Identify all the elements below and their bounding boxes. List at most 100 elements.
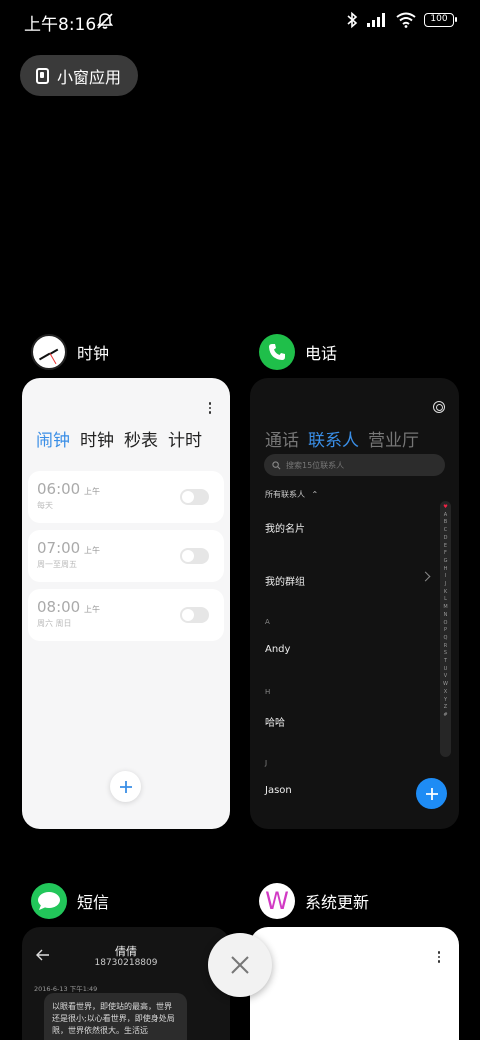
clock-app-header[interactable]: 时钟	[31, 334, 109, 370]
tab-contacts[interactable]: 联系人	[308, 426, 359, 451]
alarm-toggle[interactable]	[180, 489, 209, 505]
tab-timer[interactable]: 计时	[168, 426, 202, 451]
tab-clock[interactable]: 时钟	[80, 426, 114, 451]
add-alarm-button[interactable]	[110, 771, 141, 802]
alphabet-index-letter[interactable]: K	[444, 589, 447, 597]
sms-app-card[interactable]: 倩倩 18730218809 2016-6-13 下午1:49 以眼看世界，即使…	[22, 927, 230, 1040]
update-app-title: 系统更新	[305, 893, 370, 912]
sms-contact-name: 倩倩	[115, 945, 137, 958]
phone-app-header[interactable]: 电话	[259, 334, 337, 370]
alphabet-index-letter[interactable]: P	[444, 627, 447, 635]
sms-app-title: 短信	[77, 893, 110, 912]
phone-app-card[interactable]: 通话 联系人 营业厅 搜索15位联系人 所有联系人 ⌃ 我的名片 我的群组 A …	[250, 378, 459, 829]
alarm-time: 08:00	[37, 598, 81, 616]
status-bar: 上午8:16 100	[0, 0, 480, 40]
chevron-updown-icon: ⌃	[311, 490, 319, 499]
mute-icon	[96, 13, 114, 29]
my-groups-item[interactable]: 我的群组	[265, 573, 305, 588]
alphabet-index-letter[interactable]: G	[444, 558, 448, 566]
alphabet-index-letter[interactable]: Y	[444, 697, 447, 705]
alarm-row[interactable]: 07:00 上午 周一至周五	[28, 530, 224, 582]
sms-contact-number: 18730218809	[94, 958, 158, 968]
bluetooth-icon	[347, 11, 358, 29]
tab-stopwatch[interactable]: 秒表	[124, 426, 158, 451]
settings-icon[interactable]	[433, 401, 445, 413]
small-window-label: 小窗应用	[57, 67, 122, 87]
clock-more-icon[interactable]	[208, 402, 212, 416]
clock-app-card[interactable]: 闹钟 时钟 秒表 计时 06:00 上午 每天 07:00 上午 周一至周五 0…	[22, 378, 230, 829]
group-filter-label: 所有联系人	[265, 490, 305, 499]
my-card-item[interactable]: 我的名片	[265, 520, 305, 535]
contact-item[interactable]: 哈哈	[265, 714, 285, 729]
alarm-row[interactable]: 06:00 上午 每天	[28, 471, 224, 523]
alarm-row[interactable]: 08:00 上午 周六 周日	[28, 589, 224, 641]
search-placeholder: 搜索15位联系人	[286, 460, 345, 470]
contact-search-input[interactable]: 搜索15位联系人	[264, 454, 445, 476]
update-app-card[interactable]	[250, 927, 459, 1040]
section-letter: H	[265, 688, 271, 696]
plus-icon	[425, 787, 438, 800]
alarm-toggle[interactable]	[180, 607, 209, 623]
signal-icon	[367, 13, 385, 27]
alphabet-index-letter[interactable]: O	[444, 620, 448, 628]
alphabet-index-letter[interactable]: V	[444, 673, 447, 681]
status-time: 上午8:16	[24, 15, 97, 35]
alphabet-index-letter[interactable]: R	[444, 643, 447, 651]
alphabet-index-letter[interactable]: W	[443, 681, 448, 689]
alphabet-index-letter[interactable]: A	[444, 512, 447, 520]
alphabet-index-letter[interactable]: X	[444, 689, 447, 697]
clock-tabs: 闹钟 时钟 秒表 计时	[36, 426, 202, 451]
alarm-toggle[interactable]	[180, 548, 209, 564]
small-window-apps-button[interactable]: 小窗应用	[20, 55, 138, 96]
alphabet-index-letter[interactable]: U	[444, 666, 448, 674]
tab-service-hall[interactable]: 营业厅	[368, 426, 419, 451]
contact-item[interactable]: Jason	[265, 785, 292, 796]
alphabet-index-letter[interactable]: Q	[444, 635, 448, 643]
alphabet-index-letter[interactable]: M	[443, 604, 447, 612]
contact-group-filter[interactable]: 所有联系人 ⌃	[265, 489, 318, 500]
sms-app-header[interactable]: 短信	[31, 883, 109, 919]
alarm-time: 06:00	[37, 480, 81, 498]
status-icons: 100	[346, 11, 457, 29]
alphabet-index-letter[interactable]: N	[444, 612, 448, 620]
alphabet-index-scrollbar[interactable]: ♥ A B C D E F G H I J K L M N O P Q R S T U V W X Y Z #	[440, 501, 451, 757]
contact-item[interactable]: Andy	[265, 644, 290, 655]
alphabet-index-letter[interactable]: Z	[444, 704, 447, 712]
sms-message-bubble: 以眼看世界，即使站的最高，世界还是很小;以心看世界，即使身处局限，世界依然很大。…	[44, 993, 187, 1040]
clock-app-icon	[31, 334, 67, 370]
update-app-header[interactable]: W 系统更新	[259, 883, 369, 919]
phone-app-icon	[259, 334, 295, 370]
add-contact-button[interactable]	[416, 778, 447, 809]
alphabet-index-letter[interactable]: C	[444, 527, 448, 535]
chevron-right-icon	[420, 571, 431, 582]
sms-app-icon	[31, 883, 67, 919]
alphabet-index-letter[interactable]: D	[444, 535, 448, 543]
alphabet-index-letter[interactable]: #	[443, 712, 447, 720]
section-letter: A	[265, 618, 270, 626]
phone-tabs: 通话 联系人 营业厅	[265, 426, 419, 451]
alphabet-index-letter[interactable]: E	[444, 543, 447, 551]
alphabet-index-letter[interactable]: J	[445, 581, 446, 589]
alphabet-index-letter[interactable]: ♥	[443, 504, 447, 512]
alphabet-index-letter[interactable]: F	[444, 550, 447, 558]
chat-bubble-icon	[38, 892, 60, 910]
battery-icon: 100	[424, 13, 457, 27]
alphabet-index-letter[interactable]: H	[444, 566, 448, 574]
sms-date: 2016-6-13 下午1:49	[34, 985, 98, 993]
plus-icon	[119, 780, 132, 793]
system-update-app-icon: W	[259, 883, 295, 919]
alphabet-index-letter[interactable]: I	[445, 573, 446, 581]
tab-calls[interactable]: 通话	[265, 426, 299, 451]
alphabet-index-letter[interactable]: B	[444, 519, 447, 527]
alarm-time: 07:00	[37, 539, 81, 557]
alphabet-index-letter[interactable]: L	[444, 596, 447, 604]
alarm-repeat: 周一至周五	[37, 560, 77, 569]
alarm-repeat: 周六 周日	[37, 619, 72, 628]
tab-alarm[interactable]: 闹钟	[36, 426, 70, 451]
update-more-icon[interactable]	[437, 951, 441, 965]
alphabet-index-letter[interactable]: T	[444, 658, 447, 666]
phone-handset-icon	[269, 344, 285, 360]
search-icon	[272, 460, 281, 469]
close-all-button[interactable]	[208, 933, 272, 997]
alphabet-index-letter[interactable]: S	[444, 650, 447, 658]
